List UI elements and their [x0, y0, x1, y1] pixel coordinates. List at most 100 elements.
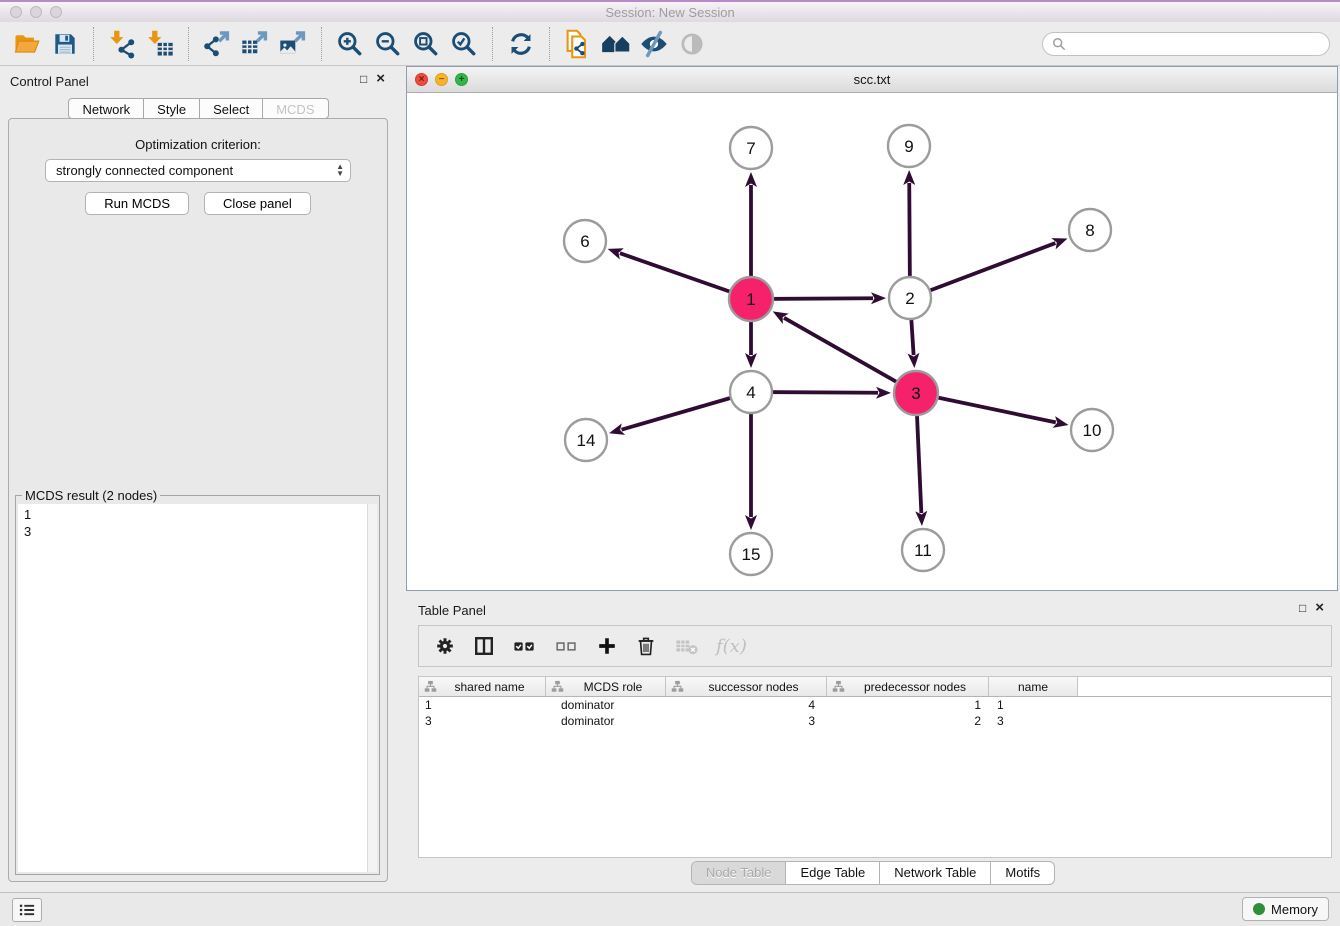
delete-row-button[interactable] — [635, 635, 657, 657]
zoom-selected-button[interactable] — [445, 25, 483, 63]
optimization-criterion-dropdown[interactable]: strongly connected component ▲▼ — [45, 159, 351, 182]
hide-selected-button[interactable] — [635, 25, 673, 63]
tree-hierarchy-icon — [551, 680, 564, 693]
table-panel: Table Panel f(x) shared nameMCDS rolesuc… — [406, 595, 1340, 890]
delete-table-button — [674, 635, 699, 657]
unselect-all-boxes-button[interactable] — [554, 635, 579, 657]
zoom-in-button[interactable] — [331, 25, 369, 63]
network-frame-title: scc.txt — [407, 67, 1337, 87]
toolbar-separator — [492, 27, 493, 61]
table-panel-close-button[interactable] — [1315, 602, 1324, 614]
svg-text:10: 10 — [1083, 421, 1102, 440]
svg-text:11: 11 — [914, 541, 932, 560]
table-settings-button[interactable] — [434, 635, 456, 657]
graph-node-1[interactable]: 1 — [729, 277, 773, 321]
memory-button[interactable]: Memory — [1242, 897, 1329, 921]
tab-select[interactable]: Select — [200, 98, 263, 119]
export-image-button[interactable] — [274, 25, 312, 63]
select-all-boxes-button[interactable] — [512, 635, 537, 657]
network-frame-zoom-button[interactable] — [455, 73, 468, 86]
network-canvas[interactable]: 7 9 6 8 1 2 4 3 14 10 15 11 — [407, 92, 1337, 590]
tab-node-table[interactable]: Node Table — [692, 862, 786, 884]
mcds-result-area[interactable]: 13 — [18, 504, 377, 872]
graph-node-8[interactable]: 8 — [1069, 209, 1111, 251]
column-header-predecessor-nodes[interactable]: predecessor nodes — [827, 677, 989, 696]
save-session-button[interactable] — [46, 25, 84, 63]
table-panel-float-button[interactable] — [1299, 602, 1306, 614]
close-panel-button[interactable]: Close panel — [204, 192, 311, 215]
new-network-from-selection-icon — [563, 29, 593, 59]
show-command-panel-button[interactable] — [12, 898, 42, 922]
cell-name: 3 — [989, 714, 1078, 728]
mcds-result-list: 13 — [18, 504, 377, 542]
toolbar-separator — [188, 27, 189, 61]
tree-hierarchy-icon — [424, 680, 437, 693]
mcds-result-scrollbar[interactable] — [367, 504, 377, 872]
table-row[interactable]: 3dominator323 — [419, 713, 1331, 729]
svg-text:6: 6 — [580, 232, 589, 251]
zoom-fit-content-button[interactable] — [407, 25, 445, 63]
table-panel-title: Table Panel — [418, 603, 486, 618]
export-table-icon — [240, 29, 270, 59]
column-header-mcds-role[interactable]: MCDS role — [546, 677, 666, 696]
import-table-button[interactable] — [141, 25, 179, 63]
graph-edge-2-8[interactable] — [910, 243, 1055, 298]
search-icon — [1052, 37, 1066, 51]
mcds-result-title: MCDS result (2 nodes) — [22, 488, 160, 503]
network-frame-titlebar[interactable]: scc.txt — [407, 67, 1337, 93]
show-columns-button[interactable] — [473, 635, 495, 657]
tab-mcds[interactable]: MCDS — [263, 98, 328, 119]
network-frame-minimize-button[interactable] — [435, 73, 448, 86]
graph-node-9[interactable]: 9 — [888, 125, 930, 167]
show-all-button[interactable] — [673, 25, 711, 63]
cell-successor-nodes: 4 — [666, 698, 827, 712]
search-input[interactable] — [1071, 36, 1320, 52]
graph-node-10[interactable]: 10 — [1071, 409, 1113, 451]
search-box[interactable] — [1042, 32, 1330, 56]
cell-name: 1 — [989, 698, 1078, 712]
apply-preferred-layout-button[interactable] — [502, 25, 540, 63]
tab-edge-table[interactable]: Edge Table — [785, 862, 879, 884]
tab-style[interactable]: Style — [144, 98, 200, 119]
tab-motifs[interactable]: Motifs — [990, 862, 1054, 884]
graph-node-3[interactable]: 3 — [894, 371, 938, 415]
import-network-button[interactable] — [103, 25, 141, 63]
table-tabs-bar: Node TableEdge TableNetwork TableMotifs — [406, 861, 1340, 887]
control-panel-float-button[interactable] — [360, 73, 367, 85]
export-network-button[interactable] — [198, 25, 236, 63]
tab-network[interactable]: Network — [68, 98, 144, 119]
run-mcds-button[interactable]: Run MCDS — [85, 192, 189, 215]
graph-node-7[interactable]: 7 — [730, 127, 772, 169]
optimization-criterion-value: strongly connected component — [56, 163, 336, 178]
first-neighbors-button[interactable] — [597, 25, 635, 63]
column-header-shared-name[interactable]: shared name — [419, 677, 546, 696]
graph-node-6[interactable]: 6 — [564, 220, 606, 262]
add-row-button[interactable] — [596, 635, 618, 657]
column-header-name[interactable]: name — [989, 677, 1078, 696]
column-header-successor-nodes[interactable]: successor nodes — [666, 677, 827, 696]
control-panel-close-button[interactable] — [376, 73, 385, 85]
network-graph[interactable]: 7 9 6 8 1 2 4 3 14 10 15 11 — [407, 92, 1337, 589]
network-frame-close-button[interactable] — [415, 73, 428, 86]
mcds-result-item: 1 — [24, 506, 371, 523]
graph-node-11[interactable]: 11 — [902, 529, 944, 571]
table-row[interactable]: 1dominator411 — [419, 697, 1331, 713]
graph-node-4[interactable]: 4 — [730, 371, 772, 413]
first-neighbors-icon — [601, 29, 631, 59]
graph-node-14[interactable]: 14 — [565, 419, 607, 461]
mcds-panel: Optimization criterion: strongly connect… — [8, 118, 388, 882]
import-network-icon — [107, 29, 137, 59]
memory-label: Memory — [1271, 902, 1318, 917]
tree-hierarchy-icon — [832, 680, 845, 693]
open-session-button[interactable] — [8, 25, 46, 63]
svg-text:9: 9 — [904, 137, 913, 156]
tab-network-table[interactable]: Network Table — [879, 862, 990, 884]
open-session-icon — [12, 29, 42, 59]
table-toolbar: f(x) — [418, 625, 1332, 667]
zoom-out-button[interactable] — [369, 25, 407, 63]
svg-text:3: 3 — [911, 384, 920, 403]
graph-node-15[interactable]: 15 — [730, 533, 772, 575]
export-table-button[interactable] — [236, 25, 274, 63]
graph-node-2[interactable]: 2 — [889, 277, 931, 319]
new-network-from-selection-button[interactable] — [559, 25, 597, 63]
